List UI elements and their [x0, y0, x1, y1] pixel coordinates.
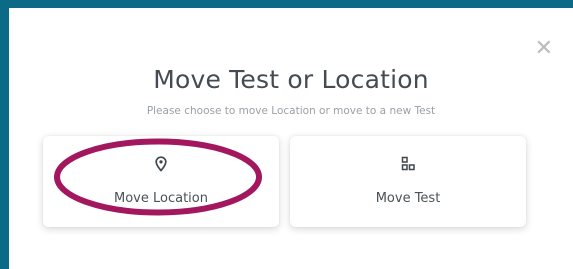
- dialog-subtitle: Please choose to move Location or move t…: [146, 105, 436, 117]
- location-pin-icon: [43, 156, 279, 172]
- move-location-label: Move Location: [114, 191, 208, 206]
- close-icon[interactable]: ✕: [535, 38, 553, 60]
- window-top-border: [0, 0, 573, 8]
- hierarchy-icon: [290, 156, 526, 171]
- move-test-button[interactable]: Move Test: [290, 136, 526, 227]
- move-dialog: ✕ Move Test or Location Please choose to…: [9, 8, 573, 269]
- move-test-label: Move Test: [375, 191, 441, 206]
- dialog-title: Move Test or Location: [153, 65, 429, 94]
- window-left-border: [0, 0, 9, 269]
- move-location-button[interactable]: Move Location: [43, 136, 279, 227]
